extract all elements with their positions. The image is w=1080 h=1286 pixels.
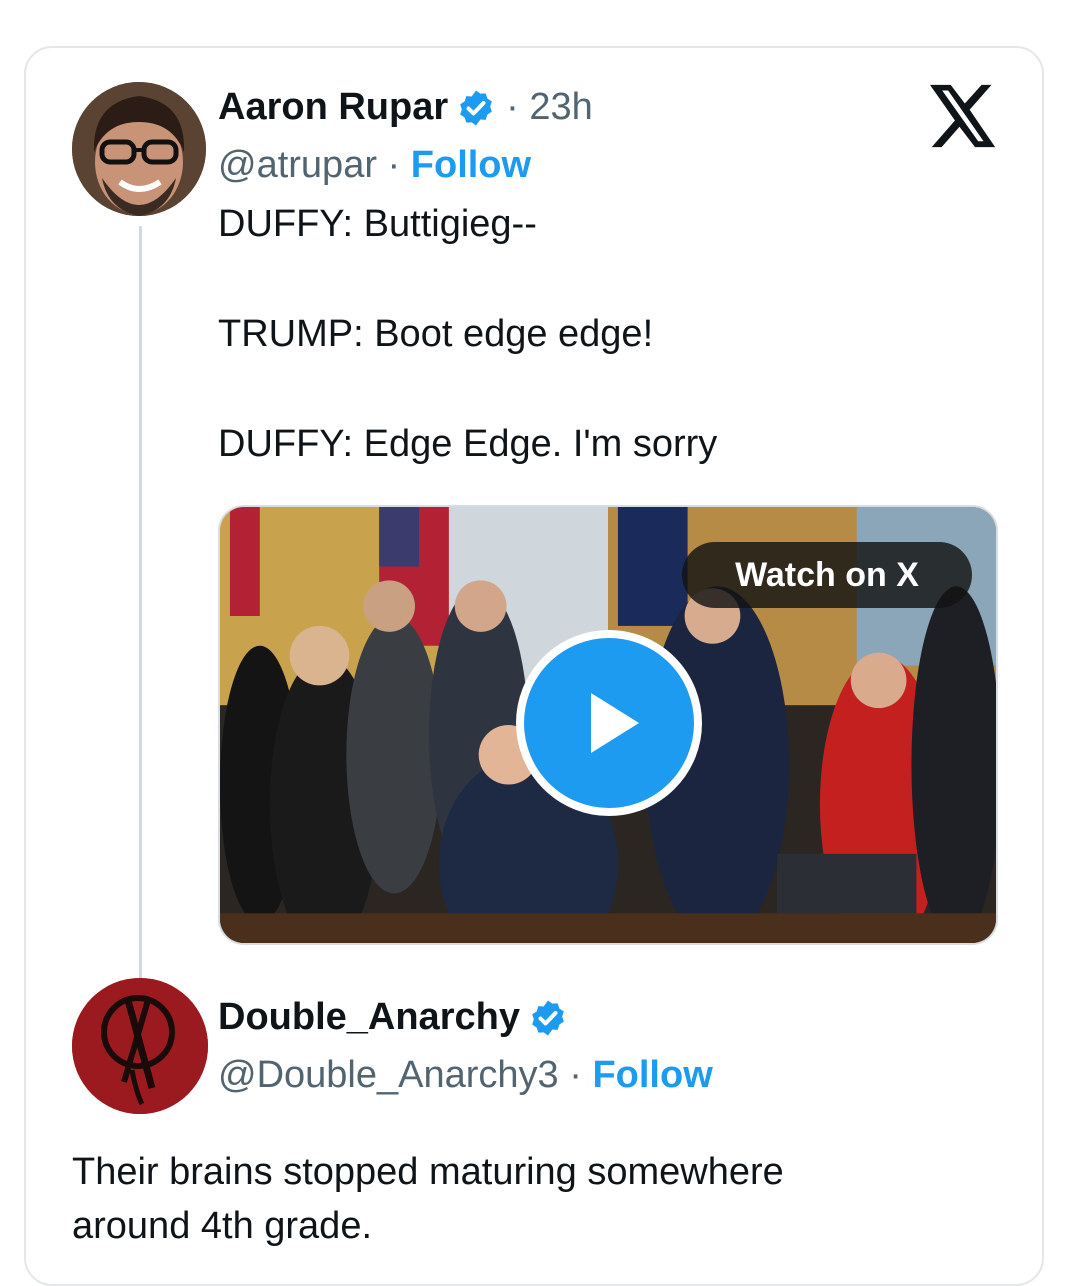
verified-badge-icon	[532, 1000, 564, 1035]
reply-follow-button[interactable]: Follow	[592, 1054, 712, 1096]
tweet-author-row: Aaron Rupar · 23h	[218, 86, 593, 129]
reply-author-handle[interactable]: @Double_Anarchy3	[218, 1054, 559, 1096]
tweet-timestamp[interactable]: · 23h	[506, 86, 593, 129]
tweet-handle-row: @atrupar · Follow	[218, 144, 532, 186]
reply-author-row: Double_Anarchy	[218, 996, 568, 1039]
thread-connector	[139, 226, 142, 978]
reply-text-line-1: Their brains stopped maturing somewhere	[72, 1151, 784, 1193]
play-button[interactable]	[516, 630, 702, 816]
tweet-text-line-2: TRUMP: Boot edge edge!	[218, 313, 654, 355]
reply-author-name[interactable]: Double_Anarchy	[218, 996, 520, 1039]
follow-button[interactable]: Follow	[411, 144, 531, 186]
verified-badge-icon	[460, 90, 492, 125]
x-logo-icon[interactable]	[930, 84, 998, 148]
author-name[interactable]: Aaron Rupar	[218, 86, 448, 129]
watch-on-x-button[interactable]: Watch on X	[682, 542, 972, 608]
tweet-text-line-1: DUFFY: Buttigieg--	[218, 203, 537, 245]
tweet-text-line-3: DUFFY: Edge Edge. I'm sorry	[218, 423, 718, 465]
reply-handle-row: @Double_Anarchy3 · Follow	[218, 1054, 713, 1096]
play-icon	[591, 693, 639, 753]
reply-text-line-2: around 4th grade.	[72, 1205, 373, 1247]
avatar-aaron-rupar[interactable]	[72, 82, 206, 216]
avatar-double-anarchy[interactable]	[72, 978, 208, 1114]
author-handle[interactable]: @atrupar	[218, 144, 377, 186]
